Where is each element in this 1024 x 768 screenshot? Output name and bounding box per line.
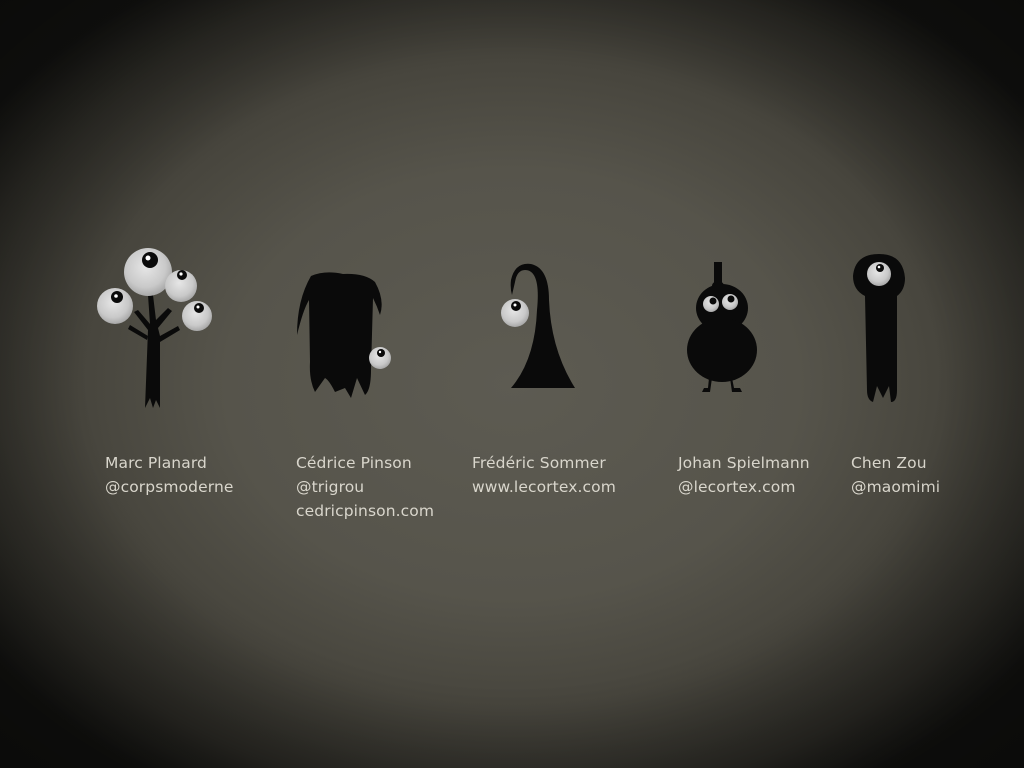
credit-handle: @lecortex.com: [678, 478, 796, 496]
credit-chen-zou: Chen Zou @maomimi: [851, 451, 940, 499]
credit-handle: @corpsmoderne: [105, 478, 234, 496]
credit-name: Chen Zou: [851, 454, 927, 472]
credit-johan-spielmann: Johan Spielmann @lecortex.com: [678, 451, 810, 499]
eyeball-tree-icon: [90, 240, 220, 420]
credit-handle: @maomimi: [851, 478, 941, 496]
credit-name: Marc Planard: [105, 454, 207, 472]
credit-name: Johan Spielmann: [678, 454, 810, 472]
hooded-creature-icon: [285, 240, 405, 420]
cyclops-pillar-icon: [845, 240, 915, 420]
credit-handle: @trigrou: [296, 478, 365, 496]
credit-name: Frédéric Sommer: [472, 454, 606, 472]
credit-marc-planard: Marc Planard @corpsmoderne: [105, 451, 234, 499]
credit-name: Cédrice Pinson: [296, 454, 412, 472]
leaning-cone-creature-icon: [495, 240, 595, 420]
credit-website: www.lecortex.com: [472, 478, 616, 496]
credit-cedrice-pinson: Cédrice Pinson @trigrou cedricpinson.com: [296, 451, 434, 523]
credits-screen: Marc Planard @corpsmoderne Cédrice Pinso…: [0, 0, 1024, 768]
credit-website: cedricpinson.com: [296, 502, 435, 520]
credit-frederic-sommer: Frédéric Sommer www.lecortex.com: [472, 451, 616, 499]
snowman-creature-icon: [682, 240, 767, 420]
